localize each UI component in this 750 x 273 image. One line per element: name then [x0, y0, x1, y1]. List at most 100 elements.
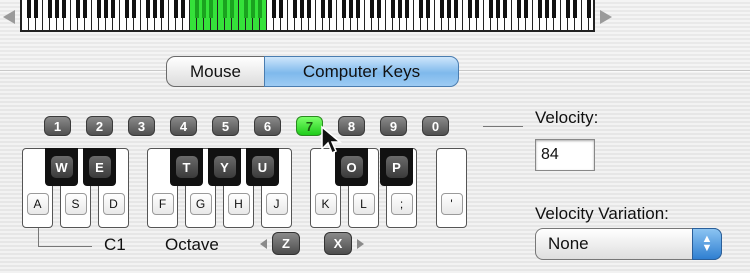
black-key-label: T — [175, 156, 198, 178]
white-key-label: L — [352, 193, 375, 215]
mini-piano-keyboard[interactable] — [20, 0, 595, 32]
mini-black-key[interactable] — [398, 0, 402, 18]
mini-black-key[interactable] — [405, 0, 409, 18]
black-key-label: P — [385, 156, 408, 178]
mini-black-key[interactable] — [356, 0, 360, 18]
mini-black-key[interactable] — [377, 0, 381, 18]
mini-black-key[interactable] — [370, 0, 374, 18]
mini-black-key[interactable] — [426, 0, 430, 18]
scroll-left-icon[interactable] — [3, 10, 15, 24]
number-key-4[interactable]: 4 — [170, 116, 197, 136]
mini-black-key[interactable] — [489, 0, 493, 18]
number-key-9[interactable]: 9 — [380, 116, 407, 136]
mini-black-key[interactable] — [209, 0, 213, 18]
mini-black-key[interactable] — [48, 0, 52, 18]
mini-black-key[interactable] — [391, 0, 395, 18]
octave-up-arrow-icon[interactable] — [357, 239, 364, 249]
mini-black-key[interactable] — [342, 0, 346, 18]
mouse-tab[interactable]: Mouse — [166, 56, 265, 87]
mini-black-key[interactable] — [62, 0, 66, 18]
black-key[interactable]: W — [45, 148, 78, 186]
number-key-1[interactable]: 1 — [44, 116, 71, 136]
mini-black-key[interactable] — [524, 0, 528, 18]
mini-black-key[interactable] — [279, 0, 283, 18]
mini-black-key[interactable] — [258, 0, 262, 18]
mini-black-key[interactable] — [104, 0, 108, 18]
mini-black-key[interactable] — [230, 0, 234, 18]
mini-black-key[interactable] — [244, 0, 248, 18]
octave-up-key[interactable]: X — [324, 232, 352, 255]
mini-black-key[interactable] — [202, 0, 206, 18]
number-key-2[interactable]: 2 — [86, 116, 113, 136]
mini-black-key[interactable] — [76, 0, 80, 18]
number-key-7[interactable]: 7 — [296, 116, 323, 136]
mini-black-key[interactable] — [447, 0, 451, 18]
white-key-label: S — [64, 193, 87, 215]
mini-black-key[interactable] — [132, 0, 136, 18]
octave-label: Octave — [165, 235, 219, 254]
octave-down-arrow-icon[interactable] — [260, 239, 267, 249]
mini-black-key[interactable] — [538, 0, 542, 18]
mini-black-key[interactable] — [181, 0, 185, 18]
mini-black-key[interactable] — [307, 0, 311, 18]
black-key[interactable]: Y — [208, 148, 241, 186]
black-key-label: Y — [213, 156, 236, 178]
mini-black-key[interactable] — [566, 0, 570, 18]
mini-black-key[interactable] — [55, 0, 59, 18]
mini-black-key[interactable] — [174, 0, 178, 18]
mini-black-key[interactable] — [27, 0, 31, 18]
black-key[interactable]: E — [83, 148, 116, 186]
octave-bracket-horizontal — [38, 246, 92, 247]
mini-black-key[interactable] — [517, 0, 521, 18]
mini-black-key[interactable] — [573, 0, 577, 18]
mini-black-key[interactable] — [475, 0, 479, 18]
scroll-right-icon[interactable] — [600, 10, 612, 24]
black-key-label: U — [251, 156, 274, 178]
mini-black-key[interactable] — [160, 0, 164, 18]
mini-black-key[interactable] — [125, 0, 129, 18]
mini-black-key[interactable] — [293, 0, 297, 18]
velocity-field[interactable]: 84 — [535, 139, 595, 171]
updown-chevron-icon[interactable]: ▲ ▼ — [692, 228, 722, 260]
mini-black-key[interactable] — [587, 0, 591, 18]
white-key-label: H — [227, 193, 250, 215]
white-key-label: A — [26, 193, 49, 215]
black-key[interactable]: T — [170, 148, 203, 186]
mini-black-key[interactable] — [111, 0, 115, 18]
black-key[interactable]: U — [246, 148, 279, 186]
computer-keys-tab[interactable]: Computer Keys — [264, 56, 459, 87]
mini-black-key[interactable] — [251, 0, 255, 18]
mini-black-key[interactable] — [223, 0, 227, 18]
mini-black-key[interactable] — [545, 0, 549, 18]
octave-bracket-vertical — [38, 228, 39, 246]
mini-black-key[interactable] — [321, 0, 325, 18]
white-key-label: G — [189, 193, 212, 215]
mini-black-key[interactable] — [349, 0, 353, 18]
mini-black-key[interactable] — [440, 0, 444, 18]
mini-black-key[interactable] — [468, 0, 472, 18]
mini-black-key[interactable] — [454, 0, 458, 18]
mini-black-key[interactable] — [328, 0, 332, 18]
mini-black-key[interactable] — [97, 0, 101, 18]
octave-down-key[interactable]: Z — [272, 232, 300, 255]
mini-black-key[interactable] — [83, 0, 87, 18]
mini-black-key[interactable] — [496, 0, 500, 18]
mini-black-key[interactable] — [503, 0, 507, 18]
mini-black-key[interactable] — [272, 0, 276, 18]
number-key-0[interactable]: 0 — [422, 116, 449, 136]
mini-black-key[interactable] — [419, 0, 423, 18]
mini-black-key[interactable] — [300, 0, 304, 18]
mini-black-key[interactable] — [34, 0, 38, 18]
number-key-3[interactable]: 3 — [128, 116, 155, 136]
mini-black-key[interactable] — [195, 0, 199, 18]
number-key-5[interactable]: 5 — [212, 116, 239, 136]
mini-black-key[interactable] — [146, 0, 150, 18]
number-key-6[interactable]: 6 — [254, 116, 281, 136]
mini-black-key[interactable] — [552, 0, 556, 18]
black-key[interactable]: P — [380, 148, 413, 186]
mini-black-key[interactable] — [153, 0, 157, 18]
velocity-variation-select[interactable]: None ▲ ▼ — [535, 228, 722, 260]
velocity-variation-value: None — [548, 234, 589, 253]
number-key-8[interactable]: 8 — [338, 116, 365, 136]
white-key[interactable]: ' — [436, 148, 467, 228]
